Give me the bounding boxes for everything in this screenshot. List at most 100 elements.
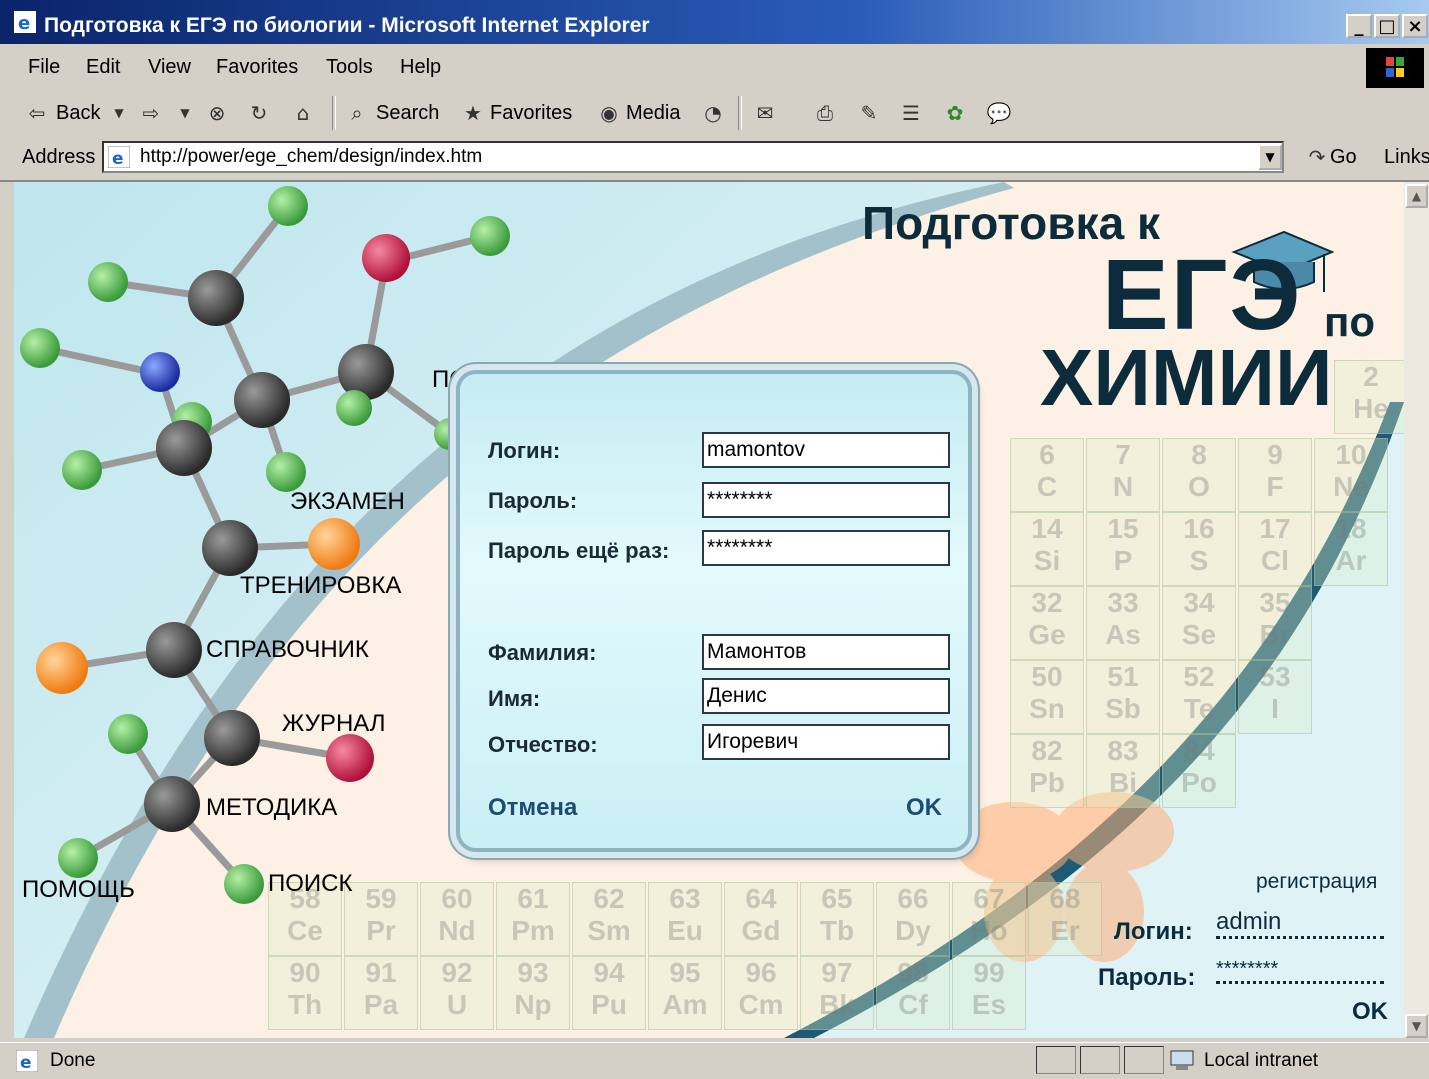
periodic-cell: 64 Gd <box>724 882 798 956</box>
periodic-cell: 84 Po <box>1162 734 1236 808</box>
forward-dropdown-icon[interactable]: ▼ <box>172 100 198 126</box>
periodic-cell-symbol: Ho <box>970 915 1008 946</box>
vertical-scrollbar[interactable] <box>1404 182 1429 1038</box>
home-icon[interactable]: ⌂ <box>290 100 316 126</box>
periodic-cell: 32 Ge <box>1010 586 1084 660</box>
go-arrow-icon[interactable]: ↷ <box>1304 144 1330 170</box>
periodic-cell-symbol: Ge <box>1028 619 1066 650</box>
periodic-cell: 50 Sn <box>1010 660 1084 734</box>
search-icon[interactable]: ⌕ <box>344 100 370 126</box>
periodic-cell-number: 97 <box>821 957 853 988</box>
menu-view[interactable]: View <box>148 56 191 79</box>
address-url[interactable]: http://power/ege_chem/design/index.htm <box>140 146 482 168</box>
nav-ekzamen[interactable]: ЭКЗАМЕН <box>290 488 405 516</box>
corner-password-input[interactable]: ******** <box>1216 958 1384 984</box>
periodic-cell-number: 33 <box>1107 587 1139 618</box>
menu-edit[interactable]: Edit <box>86 56 120 79</box>
scroll-down-icon[interactable]: ▼ <box>1405 1014 1428 1038</box>
favorites-icon[interactable]: ★ <box>460 100 486 126</box>
media-icon[interactable]: ◉ <box>596 100 622 126</box>
periodic-cell-number: 91 <box>365 957 397 988</box>
forward-arrow-icon[interactable]: ⇨ <box>138 100 164 126</box>
periodic-cell-symbol: I <box>1271 693 1279 724</box>
periodic-cell: 68 Er <box>1028 882 1102 956</box>
edit-icon[interactable]: ✎ <box>856 100 882 126</box>
status-panel <box>1080 1046 1120 1074</box>
back-dropdown-icon[interactable]: ▼ <box>106 100 132 126</box>
menu-favorites[interactable]: Favorites <box>216 56 298 79</box>
mail-icon[interactable]: ✉ <box>752 100 778 126</box>
minimize-button[interactable]: _ <box>1346 14 1372 38</box>
stop-icon[interactable]: ⊗ <box>204 100 230 126</box>
menu-help[interactable]: Help <box>400 56 441 79</box>
address-dropdown-icon[interactable]: ▼ <box>1258 144 1282 170</box>
periodic-cell-number: 2 <box>1363 361 1379 392</box>
periodic-cell: 63 Eu <box>648 882 722 956</box>
chat-icon[interactable]: 💬 <box>986 100 1012 126</box>
ok-button[interactable]: OK <box>906 794 942 822</box>
go-button[interactable]: Go <box>1330 146 1357 169</box>
scroll-up-icon[interactable]: ▲ <box>1405 184 1428 208</box>
periodic-cell: 18 Ar <box>1314 512 1388 586</box>
name-input[interactable] <box>702 678 950 714</box>
menu-tools[interactable]: Tools <box>326 56 373 79</box>
patronymic-input[interactable] <box>702 724 950 760</box>
periodic-cell-number: 98 <box>897 957 929 988</box>
periodic-cell-number: 7 <box>1115 439 1131 470</box>
nav-metodika[interactable]: МЕТОДИКА <box>206 794 337 822</box>
periodic-cell: 97 Bk <box>800 956 874 1030</box>
search-button[interactable]: Search <box>376 102 439 125</box>
refresh-icon[interactable]: ↻ <box>246 100 272 126</box>
login-input[interactable] <box>702 432 950 468</box>
periodic-cell-symbol: Cm <box>738 989 784 1020</box>
periodic-cell-number: 34 <box>1183 587 1215 618</box>
periodic-cell: 99 Es <box>952 956 1026 1030</box>
periodic-cell-number: 94 <box>593 957 625 988</box>
dialog-login-label: Логин: <box>488 438 561 463</box>
discuss-icon[interactable]: ☰ <box>898 100 924 126</box>
periodic-cell: 14 Si <box>1010 512 1084 586</box>
nav-pomosch[interactable]: ПОМОЩЬ <box>22 876 135 904</box>
corner-ok-button[interactable]: OK <box>1352 998 1388 1026</box>
favorites-button[interactable]: Favorites <box>490 102 572 125</box>
nav-spravochnik[interactable]: СПРАВОЧНИК <box>206 636 369 664</box>
links-button[interactable]: Links <box>1384 146 1429 169</box>
menu-file[interactable]: File <box>28 56 60 79</box>
maximize-button[interactable]: □ <box>1374 14 1400 38</box>
back-button[interactable]: Back <box>56 102 100 125</box>
cancel-button[interactable]: Отмена <box>488 794 577 822</box>
page-done-icon: e <box>16 1050 38 1072</box>
register-link[interactable]: регистрация <box>1256 870 1377 894</box>
periodic-cell-number: 61 <box>517 883 549 914</box>
periodic-cell-number: 51 <box>1107 661 1139 692</box>
periodic-cell-symbol: Po <box>1181 767 1217 798</box>
messenger-icon[interactable]: ✿ <box>942 100 968 126</box>
periodic-cell-symbol: Gd <box>741 915 781 946</box>
periodic-cell-number: 92 <box>441 957 473 988</box>
periodic-cell-symbol: Np <box>514 989 552 1020</box>
periodic-cell-number: 17 <box>1259 513 1291 544</box>
close-button[interactable]: × <box>1402 14 1428 38</box>
media-button[interactable]: Media <box>626 102 680 125</box>
surname-input[interactable] <box>702 634 950 670</box>
windows-logo-icon <box>1366 48 1424 88</box>
periodic-cell: 34 Se <box>1162 586 1236 660</box>
history-icon[interactable]: ◔ <box>700 100 726 126</box>
password-confirm-input[interactable] <box>702 530 950 566</box>
nav-poisk[interactable]: ПОИСК <box>268 870 352 898</box>
print-icon[interactable]: ⎙ <box>812 100 838 126</box>
corner-login-input[interactable]: admin <box>1216 908 1384 939</box>
periodic-cell: 8O <box>1162 438 1236 512</box>
periodic-cell: 65 Tb <box>800 882 874 956</box>
password-input[interactable] <box>702 482 950 518</box>
periodic-cell-symbol: Es <box>971 989 1007 1020</box>
nav-zhurnal[interactable]: ЖУРНАЛ <box>282 710 386 738</box>
periodic-cell-symbol: Ne <box>1333 471 1369 502</box>
periodic-cell: 7N <box>1086 438 1160 512</box>
dialog-patronymic-label: Отчество: <box>488 732 598 757</box>
title-bar: e Подготовка к ЕГЭ по биологии - Microso… <box>0 0 1429 44</box>
periodic-cell-number: 53 <box>1259 661 1291 692</box>
periodic-cell-number: 99 <box>973 957 1005 988</box>
nav-trenirovka[interactable]: ТРЕНИРОВКА <box>240 572 401 600</box>
back-arrow-icon[interactable]: ⇦ <box>24 100 50 126</box>
